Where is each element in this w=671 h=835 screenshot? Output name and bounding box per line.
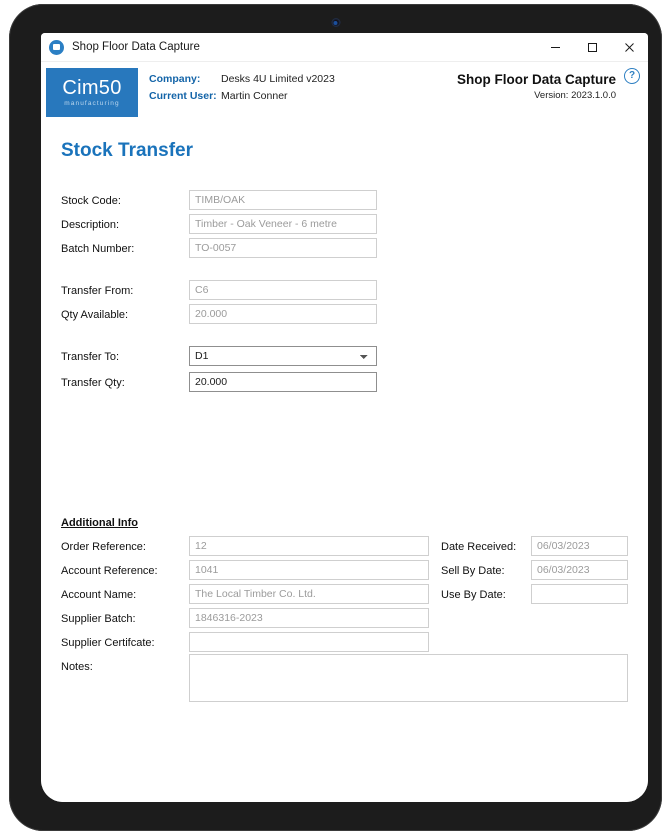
logo-sub-text: manufacturing [64, 100, 120, 107]
supplier-certificate-input[interactable] [189, 632, 429, 652]
date-received-input[interactable] [531, 536, 628, 556]
window-title: Shop Floor Data Capture [72, 41, 200, 53]
supplier-batch-input[interactable] [189, 608, 429, 628]
logo-main-text: Cim50 [62, 77, 122, 99]
front-camera [331, 18, 340, 27]
additional-info-heading: Additional Info [61, 517, 138, 529]
form-body: Stock Transfer Stock Code: Description: … [41, 124, 648, 802]
order-reference-label: Order Reference: [61, 541, 146, 553]
company-info-block: Company: Desks 4U Limited v2023 Current … [149, 71, 335, 105]
transfer-to-select[interactable]: D1 [189, 346, 377, 366]
account-name-input[interactable] [189, 584, 429, 604]
transfer-from-input[interactable] [189, 280, 377, 300]
maximize-button[interactable] [574, 33, 611, 61]
transfer-to-label: Transfer To: [61, 351, 120, 363]
notes-label: Notes: [61, 661, 93, 673]
qty-available-label: Qty Available: [61, 309, 129, 321]
sell-by-date-label: Sell By Date: [441, 565, 505, 577]
application-window: Shop Floor Data Capture Cim50 manufactur… [41, 33, 648, 802]
app-window-icon [49, 39, 64, 55]
notes-textarea[interactable] [189, 654, 628, 702]
date-received-label: Date Received: [441, 541, 517, 553]
description-label: Description: [61, 219, 120, 231]
current-user-value: Martin Conner [221, 90, 288, 102]
close-button[interactable] [611, 33, 648, 61]
use-by-date-input[interactable] [531, 584, 628, 604]
app-version: Version: 2023.1.0.0 [534, 90, 616, 101]
app-title: Shop Floor Data Capture [456, 72, 616, 87]
app-title-block: Shop Floor Data Capture Version: 2023.1.… [457, 71, 616, 103]
cim50-logo: Cim50 manufacturing [46, 68, 138, 117]
batch-number-label: Batch Number: [61, 243, 135, 255]
supplier-batch-label: Supplier Batch: [61, 613, 136, 625]
account-reference-label: Account Reference: [61, 565, 158, 577]
transfer-from-label: Transfer From: [61, 285, 134, 297]
use-by-date-label: Use By Date: [441, 589, 506, 601]
stock-code-input[interactable] [189, 190, 377, 210]
order-reference-input[interactable] [189, 536, 429, 556]
minimize-button[interactable] [537, 33, 574, 61]
qty-available-input[interactable] [189, 304, 377, 324]
current-user-label: Current User: [149, 90, 217, 102]
window-controls [537, 33, 648, 61]
app-header: Cim50 manufacturing Company: Desks 4U Li… [41, 62, 648, 124]
transfer-qty-label: Transfer Qty: [61, 377, 125, 389]
batch-number-input[interactable] [189, 238, 377, 258]
account-reference-input[interactable] [189, 560, 429, 580]
minimize-icon [551, 46, 560, 48]
company-label: Company: [149, 73, 201, 85]
help-icon[interactable]: ? [624, 68, 640, 84]
stock-code-label: Stock Code: [61, 195, 121, 207]
page-title: Stock Transfer [61, 140, 193, 161]
account-name-label: Account Name: [61, 589, 137, 601]
company-value: Desks 4U Limited v2023 [221, 73, 335, 85]
tablet-device-frame: Shop Floor Data Capture Cim50 manufactur… [9, 4, 662, 831]
close-icon [625, 42, 634, 52]
supplier-certificate-label: Supplier Certifcate: [61, 637, 155, 649]
description-input[interactable] [189, 214, 377, 234]
window-titlebar: Shop Floor Data Capture [41, 33, 648, 62]
transfer-qty-input[interactable] [189, 372, 377, 392]
maximize-icon [588, 42, 597, 52]
sell-by-date-input[interactable] [531, 560, 628, 580]
